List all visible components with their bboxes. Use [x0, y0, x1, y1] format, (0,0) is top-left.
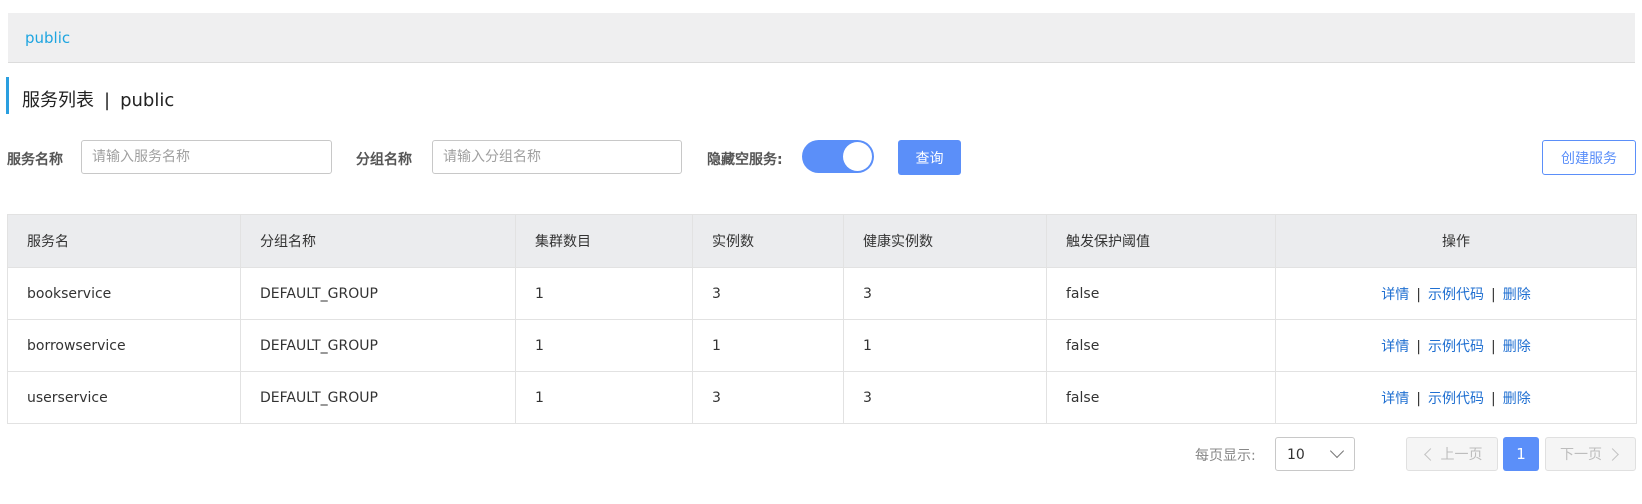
cell-instance-count: 3 [692, 267, 844, 320]
column-header-service-name: 服务名 [7, 214, 241, 268]
column-header-instance-count: 实例数 [692, 214, 844, 268]
detail-link[interactable]: 详情 [1381, 339, 1409, 355]
cell-cluster-count: 1 [515, 371, 693, 424]
table-row: bookservice DEFAULT_GROUP 1 3 3 false 详情… [7, 267, 1637, 320]
cell-healthy-count: 1 [843, 319, 1047, 372]
action-separator: | [1416, 338, 1421, 355]
next-page-label: 下一页 [1560, 447, 1602, 463]
namespace-public-link[interactable]: public [25, 29, 70, 47]
cell-service-name: userservice [7, 371, 241, 424]
chevron-down-icon [1329, 443, 1345, 459]
page-title-accent: 服务列表 | public [6, 77, 174, 114]
sample-code-link[interactable]: 示例代码 [1428, 339, 1484, 355]
page-title: 服务列表 | public [22, 86, 174, 112]
service-name-input[interactable] [81, 140, 332, 174]
cell-healthy-count: 3 [843, 371, 1047, 424]
cell-actions: 详情 | 示例代码 | 删除 [1275, 267, 1637, 320]
detail-link[interactable]: 详情 [1381, 287, 1409, 303]
column-header-protect-threshold: 触发保护阈值 [1046, 214, 1276, 268]
cell-cluster-count: 1 [515, 319, 693, 372]
page-title-text: 服务列表 [22, 90, 94, 111]
prev-page-button[interactable]: 上一页 [1406, 437, 1498, 471]
hide-empty-toggle[interactable] [802, 140, 874, 173]
create-service-button[interactable]: 创建服务 [1542, 140, 1636, 175]
cell-group-name: DEFAULT_GROUP [240, 267, 516, 320]
action-separator: | [1491, 390, 1496, 407]
chevron-right-icon [1606, 447, 1619, 461]
cell-healthy-count: 3 [843, 267, 1047, 320]
column-header-actions: 操作 [1275, 214, 1637, 268]
table-row: userservice DEFAULT_GROUP 1 3 3 false 详情… [7, 371, 1637, 424]
cell-group-name: DEFAULT_GROUP [240, 371, 516, 424]
cell-actions: 详情 | 示例代码 | 删除 [1275, 319, 1637, 372]
column-header-cluster-count: 集群数目 [515, 214, 693, 268]
service-name-label: 服务名称 [7, 152, 63, 168]
page-title-separator: | [104, 90, 111, 111]
service-table: 服务名 分组名称 集群数目 实例数 健康实例数 触发保护阈值 操作 bookse… [7, 214, 1637, 424]
action-separator: | [1491, 286, 1496, 303]
query-button[interactable]: 查询 [898, 140, 961, 175]
cell-service-name: borrowservice [7, 319, 241, 372]
page-size-value: 10 [1287, 447, 1305, 463]
group-name-input[interactable] [432, 140, 682, 174]
column-header-healthy-count: 健康实例数 [843, 214, 1047, 268]
delete-link[interactable]: 删除 [1503, 339, 1531, 355]
sample-code-link[interactable]: 示例代码 [1428, 287, 1484, 303]
page-size-select[interactable]: 10 [1275, 437, 1355, 471]
sample-code-link[interactable]: 示例代码 [1428, 391, 1484, 407]
next-page-button[interactable]: 下一页 [1545, 437, 1636, 471]
group-name-label: 分组名称 [356, 152, 412, 168]
action-separator: | [1491, 338, 1496, 355]
delete-link[interactable]: 删除 [1503, 287, 1531, 303]
cell-instance-count: 3 [692, 371, 844, 424]
namespace-bar: public [8, 13, 1635, 63]
chevron-left-icon [1423, 447, 1437, 461]
cell-actions: 详情 | 示例代码 | 删除 [1275, 371, 1637, 424]
action-separator: | [1416, 286, 1421, 303]
cell-protect-threshold: false [1046, 319, 1276, 372]
cell-instance-count: 1 [692, 319, 844, 372]
cell-cluster-count: 1 [515, 267, 693, 320]
page-size-label: 每页显示: [1195, 448, 1256, 464]
prev-page-label: 上一页 [1440, 447, 1483, 463]
table-row: borrowservice DEFAULT_GROUP 1 1 1 false … [7, 319, 1637, 372]
cell-service-name: bookservice [7, 267, 241, 320]
page-1-button[interactable]: 1 [1503, 437, 1539, 471]
toggle-knob [843, 142, 872, 171]
cell-protect-threshold: false [1046, 371, 1276, 424]
hide-empty-label: 隐藏空服务: [707, 152, 783, 168]
page-title-namespace: public [120, 90, 175, 111]
action-separator: | [1416, 390, 1421, 407]
cell-group-name: DEFAULT_GROUP [240, 319, 516, 372]
cell-protect-threshold: false [1046, 267, 1276, 320]
column-header-group-name: 分组名称 [240, 214, 516, 268]
detail-link[interactable]: 详情 [1381, 391, 1409, 407]
delete-link[interactable]: 删除 [1503, 391, 1531, 407]
table-header-row: 服务名 分组名称 集群数目 实例数 健康实例数 触发保护阈值 操作 [7, 214, 1637, 268]
